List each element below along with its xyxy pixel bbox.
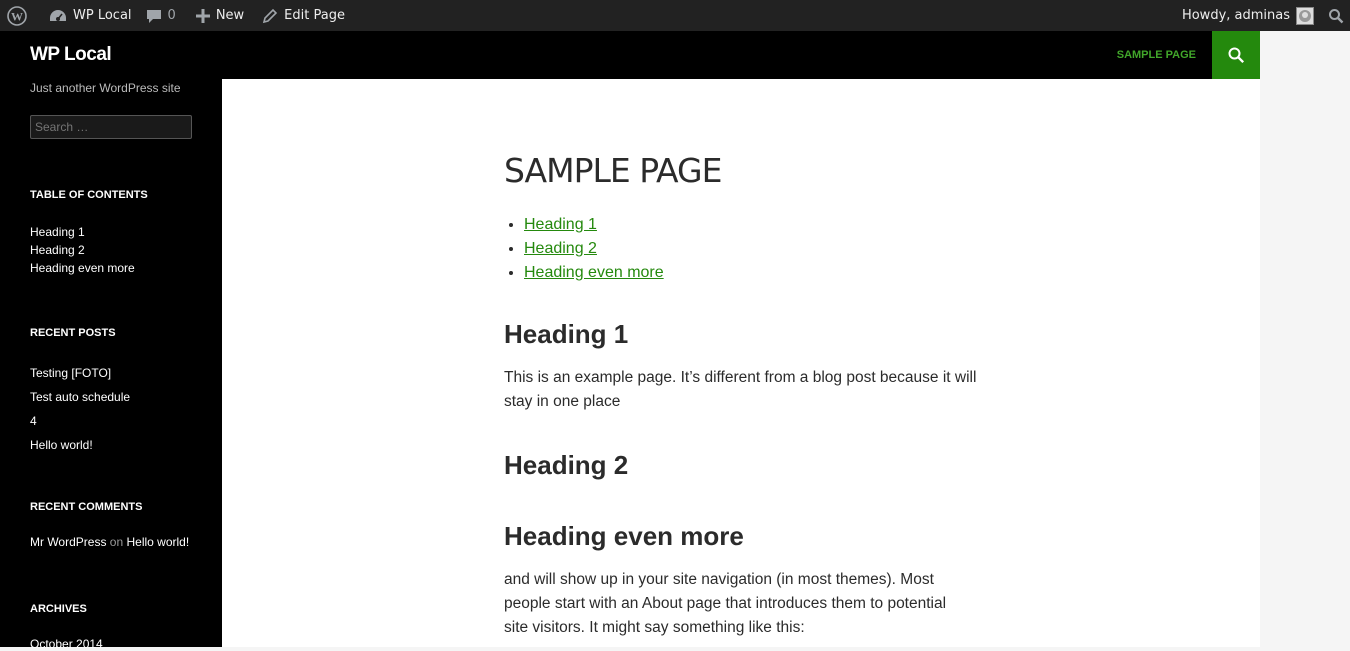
section-heading: Heading even more <box>504 521 744 551</box>
archives-title: ARCHIVES <box>30 603 87 615</box>
search-icon <box>1328 8 1344 24</box>
search-icon <box>1227 46 1245 64</box>
recent-posts-title: RECENT POSTS <box>30 327 116 339</box>
toc-widget-item[interactable]: Heading 1 <box>30 223 135 241</box>
section-heading: Heading 1 <box>504 319 629 349</box>
plus-icon <box>195 8 210 23</box>
howdy-label: Howdy, adminas <box>1181 8 1290 23</box>
comment-icon <box>146 8 162 24</box>
toc-item: Heading 2 <box>524 237 664 261</box>
page-toc: Heading 1 Heading 2 Heading even more <box>524 213 664 285</box>
section-paragraph: and will show up in your site navigation… <box>504 571 947 636</box>
site-name-menu[interactable]: WP Local <box>42 0 139 31</box>
recent-post-item[interactable]: Hello world! <box>30 433 130 457</box>
page-title: SAMPLE PAGE <box>504 151 722 190</box>
toc-item: Heading 1 <box>524 213 664 237</box>
new-content-menu[interactable]: New <box>189 0 251 31</box>
site-description: Just another WordPress site <box>30 81 181 95</box>
recent-comment-item: Mr WordPress on Hello world! <box>30 535 189 549</box>
pencil-icon <box>262 8 278 24</box>
edit-page-label: Edit Page <box>284 8 345 23</box>
avatar <box>1296 6 1314 25</box>
sidebar: WP Local Just another WordPress site TAB… <box>0 31 222 651</box>
admin-bar: W WP Local 0 New Edit Page Howdy, admina… <box>0 0 1350 31</box>
svg-text:W: W <box>11 9 23 23</box>
comment-on-label: on <box>109 535 124 549</box>
main-content: SAMPLE PAGE Heading 1 Heading 2 Heading … <box>222 79 1260 647</box>
toc-widget-list: Heading 1 Heading 2 Heading even more <box>30 223 135 277</box>
wordpress-logo-icon: W <box>7 5 27 26</box>
section-heading: Heading 2 <box>504 450 629 480</box>
wp-logo-menu[interactable]: W <box>0 0 34 31</box>
primary-navigation: SAMPLE PAGE <box>222 31 1260 79</box>
dashboard-icon <box>49 8 67 24</box>
recent-post-item[interactable]: Testing [FOTO] <box>30 361 130 385</box>
new-label: New <box>215 8 245 23</box>
toc-item: Heading even more <box>524 261 664 285</box>
edit-page-link[interactable]: Edit Page <box>255 0 352 31</box>
comment-author-link[interactable]: Mr WordPress <box>30 535 106 549</box>
recent-post-item[interactable]: Test auto schedule <box>30 385 130 409</box>
nav-item-sample-page[interactable]: SAMPLE PAGE <box>1101 31 1212 79</box>
section-paragraph: This is an example page. It’s different … <box>504 369 977 410</box>
toc-widget-item[interactable]: Heading 2 <box>30 241 135 259</box>
nav-search-toggle[interactable] <box>1212 31 1260 79</box>
search-input[interactable] <box>30 115 192 139</box>
adminbar-search-button[interactable] <box>1321 0 1350 31</box>
recent-posts-list: Testing [FOTO] Test auto schedule 4 Hell… <box>30 361 130 457</box>
toc-link[interactable]: Heading 2 <box>524 240 597 257</box>
toc-widget-item[interactable]: Heading even more <box>30 259 135 277</box>
recent-comments-title: RECENT COMMENTS <box>30 501 143 513</box>
toc-link[interactable]: Heading even more <box>524 264 664 281</box>
my-account-menu[interactable]: Howdy, adminas <box>1175 0 1321 31</box>
comments-count: 0 <box>167 8 176 23</box>
toc-link[interactable]: Heading 1 <box>524 216 597 233</box>
comments-menu[interactable]: 0 <box>139 0 183 31</box>
recent-post-item[interactable]: 4 <box>30 409 130 433</box>
site-title[interactable]: WP Local <box>30 44 112 66</box>
site-name-label: WP Local <box>73 8 132 23</box>
comment-post-link[interactable]: Hello world! <box>127 535 190 549</box>
archives-list: October 2014 <box>30 637 103 651</box>
toc-widget-title: TABLE OF CONTENTS <box>30 189 148 201</box>
archive-item[interactable]: October 2014 <box>30 637 103 651</box>
